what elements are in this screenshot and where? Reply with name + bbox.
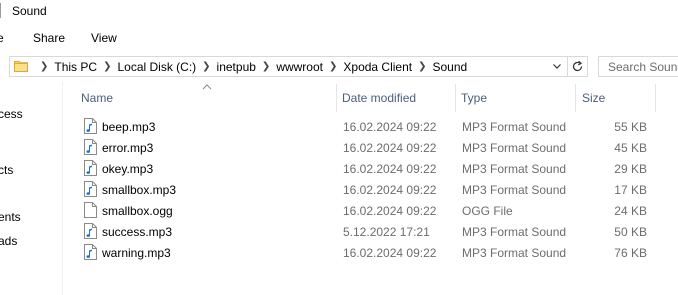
file-type: MP3 Format Sound <box>462 120 567 134</box>
file-date-modified: 16.02.2024 09:22 <box>343 120 437 134</box>
title-separator <box>0 3 1 18</box>
column-type[interactable]: Type <box>461 91 487 105</box>
refresh-button[interactable] <box>568 56 588 77</box>
window-title: Sound <box>12 4 47 18</box>
address-row: ❯ This PC ❯ Local Disk (C:) ❯ inetpub ❯ … <box>0 55 678 79</box>
file-date-modified: 16.02.2024 09:22 <box>343 162 437 176</box>
column-header: Name Date modified Type Size <box>64 84 678 112</box>
file-name[interactable]: warning.mp3 <box>102 246 171 260</box>
column-divider[interactable] <box>455 84 456 112</box>
tab-view[interactable]: View <box>91 31 117 45</box>
audio-file-icon <box>84 223 97 239</box>
file-name[interactable]: beep.mp3 <box>102 120 155 134</box>
file-name[interactable]: smallbox.ogg <box>102 204 173 218</box>
file-type: MP3 Format Sound <box>462 246 567 260</box>
navigation-pane: cess cts ents ads <box>0 82 62 295</box>
file-date-modified: 16.02.2024 09:22 <box>343 183 437 197</box>
audio-file-icon <box>84 118 97 134</box>
tab-share[interactable]: Share <box>33 31 65 45</box>
chevron-right-icon[interactable]: ❯ <box>418 61 426 72</box>
file-size: 76 KB <box>614 246 647 260</box>
file-type: MP3 Format Sound <box>462 183 567 197</box>
column-size[interactable]: Size <box>582 91 605 105</box>
title-bar: Sound <box>0 0 678 22</box>
file-type: MP3 Format Sound <box>462 162 567 176</box>
file-date-modified: 16.02.2024 09:22 <box>343 246 437 260</box>
breadcrumb: ❯ This PC ❯ Local Disk (C:) ❯ inetpub ❯ … <box>34 57 467 76</box>
file-size: 45 KB <box>614 141 647 155</box>
chevron-right-icon[interactable]: ❯ <box>103 61 111 72</box>
file-row[interactable]: beep.mp3 16.02.2024 09:22 MP3 Format Sou… <box>64 116 678 137</box>
file-row[interactable]: okey.mp3 16.02.2024 09:22 MP3 Format Sou… <box>64 158 678 179</box>
nav-item-documents[interactable]: ents <box>0 210 21 224</box>
column-divider[interactable] <box>575 84 576 112</box>
file-size: 55 KB <box>614 120 647 134</box>
file-size: 50 KB <box>614 225 647 239</box>
breadcrumb-local-disk[interactable]: Local Disk (C:) <box>117 60 196 74</box>
sort-ascending-icon <box>202 84 212 90</box>
ribbon-tabs: e Share View <box>0 26 678 50</box>
nav-item-downloads[interactable]: ads <box>0 234 17 248</box>
audio-file-icon <box>84 139 97 155</box>
breadcrumb-sound[interactable]: Sound <box>433 60 468 74</box>
file-type: MP3 Format Sound <box>462 225 567 239</box>
file-row[interactable]: warning.mp3 16.02.2024 09:22 MP3 Format … <box>64 242 678 263</box>
file-row[interactable]: error.mp3 16.02.2024 09:22 MP3 Format So… <box>64 137 678 158</box>
pane-divider[interactable] <box>62 82 63 295</box>
breadcrumb-this-pc[interactable]: This PC <box>54 60 97 74</box>
chevron-down-icon[interactable] <box>552 60 562 72</box>
column-date-modified[interactable]: Date modified <box>342 91 416 105</box>
file-type: OGG File <box>462 204 513 218</box>
file-date-modified: 16.02.2024 09:22 <box>343 141 437 155</box>
breadcrumb-wwwroot[interactable]: wwwroot <box>276 60 323 74</box>
search-input[interactable]: Search Sound <box>598 56 678 77</box>
audio-file-icon <box>84 181 97 197</box>
breadcrumb-inetpub[interactable]: inetpub <box>217 60 256 74</box>
file-size: 17 KB <box>614 183 647 197</box>
tab-home[interactable]: e <box>0 31 4 45</box>
file-name[interactable]: okey.mp3 <box>102 162 153 176</box>
chevron-right-icon[interactable]: ❯ <box>202 61 210 72</box>
column-name[interactable]: Name <box>81 91 113 105</box>
chevron-right-icon[interactable]: ❯ <box>329 61 337 72</box>
file-size: 29 KB <box>614 162 647 176</box>
blank-file-icon <box>84 202 97 218</box>
file-row[interactable]: smallbox.mp3 16.02.2024 09:22 MP3 Format… <box>64 179 678 200</box>
file-row[interactable]: smallbox.ogg 16.02.2024 09:22 OGG File 2… <box>64 200 678 221</box>
file-name[interactable]: success.mp3 <box>102 225 172 239</box>
breadcrumb-xpoda-client[interactable]: Xpoda Client <box>343 60 412 74</box>
column-divider[interactable] <box>655 84 656 112</box>
nav-item-quick-access[interactable]: cess <box>0 107 23 121</box>
file-name[interactable]: smallbox.mp3 <box>102 183 176 197</box>
search-placeholder: Search Sound <box>608 60 678 74</box>
file-date-modified: 5.12.2022 17:21 <box>343 225 430 239</box>
file-size: 24 KB <box>614 204 647 218</box>
address-bar[interactable]: ❯ This PC ❯ Local Disk (C:) ❯ inetpub ❯ … <box>9 56 568 77</box>
nav-item-objects[interactable]: cts <box>0 163 13 177</box>
refresh-icon <box>572 60 583 72</box>
column-divider[interactable] <box>336 84 337 112</box>
file-row[interactable]: success.mp3 5.12.2022 17:21 MP3 Format S… <box>64 221 678 242</box>
chevron-right-icon[interactable]: ❯ <box>40 61 48 72</box>
chevron-right-icon[interactable]: ❯ <box>262 61 270 72</box>
folder-icon <box>14 61 28 72</box>
file-type: MP3 Format Sound <box>462 141 567 155</box>
file-name[interactable]: error.mp3 <box>102 141 153 155</box>
audio-file-icon <box>84 160 97 176</box>
audio-file-icon <box>84 244 97 260</box>
file-date-modified: 16.02.2024 09:22 <box>343 204 437 218</box>
